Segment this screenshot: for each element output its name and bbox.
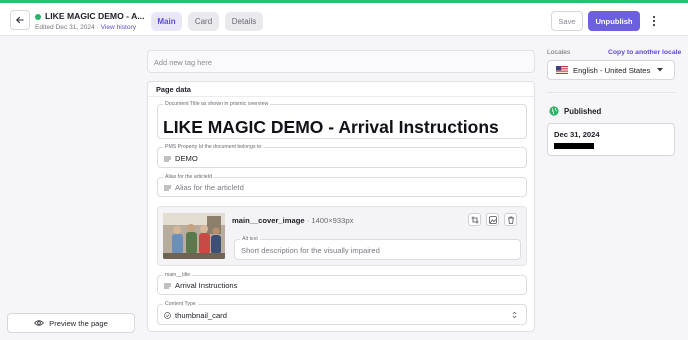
view-history-link[interactable]: View history — [101, 24, 136, 31]
sidebar-divider — [547, 92, 675, 93]
pms-property-field[interactable]: PMS Property Id the document belongs to … — [157, 144, 527, 168]
preview-page-button[interactable]: Preview the page — [7, 313, 135, 333]
alias-placeholder: Alias for the articleId — [175, 183, 244, 192]
tag-input[interactable]: Add new tag here — [147, 50, 535, 73]
alt-text-field[interactable]: Alt text Short description for the visua… — [234, 236, 521, 260]
cover-image-dimensions: · 1400×933px — [304, 216, 354, 225]
header-bar: LIKE MAGIC DEMO - A... Edited Dec 31, 20… — [0, 3, 688, 36]
page-data-heading: Page data — [148, 82, 534, 97]
document-title-field[interactable]: Document Title as shown in prismic overv… — [157, 101, 527, 139]
circle-check-icon — [164, 312, 171, 319]
content-type-value: thumbnail_card — [175, 311, 227, 320]
tab-main[interactable]: Main — [151, 12, 182, 31]
document-title-label: Document Title as shown in prismic overv… — [163, 101, 271, 107]
alias-field[interactable]: Alias for the articleId Alias for the ar… — [157, 174, 527, 197]
trash-icon — [507, 216, 514, 224]
edited-info: Edited Dec 31, 2024 · View history — [35, 24, 136, 31]
cover-image-name: main__cover_image — [232, 216, 305, 225]
us-flag-icon — [556, 66, 568, 74]
pms-property-label: PMS Property Id the document belongs to — [163, 144, 264, 150]
alt-text-placeholder: Short description for the visually impai… — [241, 246, 380, 255]
pms-property-value-row: DEMO — [164, 154, 198, 163]
locale-value: English - United States — [573, 65, 651, 75]
publish-card[interactable]: Dec 31, 2024 — [547, 123, 675, 156]
redacted-block — [554, 143, 594, 149]
content-type-select[interactable]: Content Type thumbnail_card — [157, 301, 527, 325]
alias-label: Alias for the articleId — [163, 174, 214, 180]
replace-image-button[interactable] — [486, 213, 499, 226]
select-arrows-icon — [512, 311, 517, 319]
alias-value-row: Alias for the articleId — [164, 183, 244, 192]
content-type-value-row: thumbnail_card — [164, 311, 227, 320]
preview-label: Preview the page — [49, 318, 108, 328]
page-data-panel: Page data Document Title as shown in pri… — [147, 81, 535, 332]
more-vertical-icon — [652, 15, 656, 27]
unpublish-button[interactable]: Unpublish — [588, 11, 640, 31]
cover-image-block: main__cover_image · 1400×933px Alt text … — [157, 206, 527, 266]
locales-label: Locales — [547, 49, 571, 56]
chevron-down-icon — [657, 68, 663, 72]
tab-details[interactable]: Details — [225, 12, 263, 31]
globe-icon — [549, 106, 559, 116]
back-button[interactable] — [10, 10, 30, 30]
alt-text-label: Alt text — [240, 236, 260, 242]
main-title-field[interactable]: main__title Arrival Instructions — [157, 272, 527, 295]
edited-date: Edited Dec 31, 2024 · — [35, 24, 101, 31]
publish-status: Published — [549, 106, 601, 116]
cover-photo — [163, 213, 225, 259]
crop-button[interactable] — [468, 213, 481, 226]
cover-image-info: main__cover_image · 1400×933px — [232, 216, 353, 225]
cover-image-thumbnail[interactable] — [163, 213, 225, 259]
content-type-label: Content Type — [163, 301, 198, 307]
publish-date: Dec 31, 2024 — [554, 130, 600, 139]
save-button[interactable]: Save — [551, 11, 583, 31]
document-title-value: LIKE MAGIC DEMO - Arrival Instructions — [163, 117, 499, 137]
arrow-left-icon — [16, 16, 24, 24]
text-lines-icon — [164, 185, 171, 190]
delete-image-button[interactable] — [504, 213, 517, 226]
main-title-value-row: Arrival Instructions — [164, 281, 237, 290]
crop-icon — [471, 216, 478, 223]
locale-select[interactable]: English - United States — [547, 60, 675, 80]
status-dot — [35, 14, 41, 20]
image-replace-icon — [488, 215, 497, 224]
text-lines-icon — [164, 283, 171, 288]
tab-card[interactable]: Card — [188, 12, 219, 31]
copy-to-locale-link[interactable]: Copy to another locale — [608, 49, 681, 56]
eye-icon — [34, 320, 45, 326]
document-title: LIKE MAGIC DEMO - A... — [45, 11, 145, 21]
text-lines-icon — [164, 156, 171, 161]
more-options-button[interactable] — [648, 13, 660, 29]
main-title-label: main__title — [163, 272, 193, 278]
pms-property-value: DEMO — [175, 154, 198, 163]
main-title-value: Arrival Instructions — [175, 281, 238, 290]
publish-status-label: Published — [564, 106, 602, 116]
